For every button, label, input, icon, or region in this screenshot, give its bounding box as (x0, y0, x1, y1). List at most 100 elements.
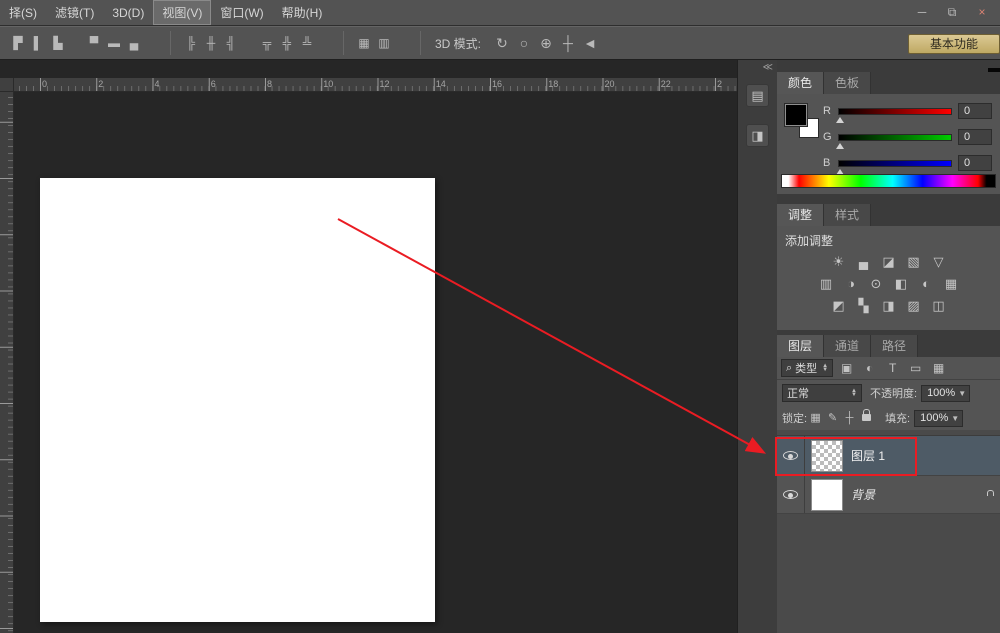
red-slider-handle[interactable] (836, 117, 844, 123)
blue-value-field[interactable]: 0 (958, 155, 992, 171)
adj-hue-saturation-icon[interactable]: ▥ (816, 274, 836, 293)
lock-all-icon[interactable] (858, 410, 875, 427)
blend-mode-dropdown[interactable]: 正常 ▲▼ (782, 384, 862, 402)
align-left-edges-icon[interactable]: ▀ (84, 33, 104, 53)
align-top-edges-icon[interactable]: ▛ (8, 33, 28, 53)
distribute-right-edges-icon[interactable]: ╣ (221, 33, 241, 53)
adj-gradient-map-icon[interactable]: ▨ (904, 296, 924, 315)
adj-photo-filter-icon[interactable]: ◧ (891, 274, 911, 293)
align-right-edges-icon[interactable]: ▄ (124, 33, 144, 53)
green-slider[interactable] (838, 134, 952, 141)
color-spectrum-ramp[interactable] (781, 174, 996, 188)
3d-slide-icon[interactable]: ┼ (557, 33, 579, 53)
menu-filter[interactable]: 滤镜(T) (46, 0, 103, 25)
tab-swatches[interactable]: 色板 (824, 72, 871, 94)
distribute-vertical-centers-icon[interactable]: ╬ (277, 33, 297, 53)
tab-color[interactable]: 颜色 (777, 72, 824, 94)
red-slider[interactable] (838, 108, 952, 115)
collapsed-panel-icon-1[interactable]: ▤ (746, 84, 769, 107)
tab-adjustments[interactable]: 调整 (777, 204, 824, 226)
fill-field[interactable]: 100% ▼ (914, 410, 963, 427)
menu-window[interactable]: 窗口(W) (211, 0, 272, 25)
background-name[interactable]: 背景 (851, 486, 875, 503)
filter-smart-objects-icon[interactable]: ▦ (929, 359, 948, 377)
lock-transparent-pixels-icon[interactable]: ▦ (807, 410, 824, 427)
align-horizontal-centers-icon[interactable]: ▬ (104, 33, 124, 53)
expand-panels-icon[interactable]: ≪ (763, 62, 773, 73)
menu-help[interactable]: 帮助(H) (273, 0, 332, 25)
ruler-number: 14 (436, 79, 446, 89)
menu-select[interactable]: 择(S) (0, 0, 46, 25)
align-vertical-centers-icon[interactable]: ▌ (28, 33, 48, 53)
distribute-top-edges-icon[interactable]: ╦ (257, 33, 277, 53)
tab-layers[interactable]: 图层 (777, 335, 824, 357)
opacity-field[interactable]: 100% ▼ (921, 385, 970, 402)
adj-brightness-contrast-icon[interactable]: ☀ (829, 252, 849, 271)
adj-vibrance-icon[interactable]: ▽ (929, 252, 949, 271)
adj-curves-icon[interactable]: ◪ (879, 252, 899, 271)
restore-button[interactable]: ⧉ (944, 5, 960, 20)
filter-adjustment-layers-icon[interactable]: ◐ (860, 359, 879, 377)
distribute-left-edges-icon[interactable]: ╠ (181, 33, 201, 53)
layer1-visibility-toggle[interactable] (777, 436, 805, 475)
3d-scale-icon[interactable]: ◄ (579, 33, 601, 53)
collapsed-panel-icon-2[interactable]: ◨ (746, 124, 769, 147)
distribute-horizontal-centers-icon[interactable]: ╫ (201, 33, 221, 53)
layer-filter-type-dropdown[interactable]: ⌕ 类型 ▲▼ (781, 359, 833, 377)
adj-color-balance-icon[interactable]: ◑ (841, 274, 861, 293)
lock-image-pixels-icon[interactable]: ✎ (824, 410, 841, 427)
menu-view[interactable]: 视图(V) (153, 0, 211, 25)
chevron-updown-icon: ▲▼ (822, 364, 828, 372)
red-value-field[interactable]: 0 (958, 103, 992, 119)
toolbar-divider (343, 31, 344, 55)
3d-rotate-icon[interactable]: ↻ (491, 33, 513, 53)
background-visibility-toggle[interactable] (777, 476, 805, 513)
red-channel-row: R 0 (823, 102, 992, 122)
menu-3d[interactable]: 3D(D) (103, 2, 153, 24)
layer-row-layer1[interactable]: 图层 1 (777, 436, 1000, 476)
lock-position-icon[interactable]: ┼ (841, 410, 858, 427)
filter-pixel-layers-icon[interactable]: ▣ (837, 359, 856, 377)
adj-selective-color-icon[interactable]: ◫ (929, 296, 949, 315)
align-group-2: ▀ ▬ ▄ (84, 33, 144, 53)
green-value-field[interactable]: 0 (958, 129, 992, 145)
close-button[interactable]: × (974, 5, 990, 20)
minimize-button[interactable]: ─ (914, 5, 930, 20)
filter-shape-layers-icon[interactable]: ▭ (906, 359, 925, 377)
adj-threshold-icon[interactable]: ◨ (879, 296, 899, 315)
ruler-top[interactable]: 02468101214161820222 (14, 78, 737, 92)
layer-row-background[interactable]: 背景 (777, 476, 1000, 514)
blue-slider[interactable] (838, 160, 952, 167)
adj-channel-mixer-icon[interactable]: ◐ (916, 274, 936, 293)
align-bottom-edges-icon[interactable]: ▙ (48, 33, 68, 53)
3d-roll-icon[interactable]: ○ (513, 33, 535, 53)
foreground-color-swatch[interactable] (785, 104, 807, 126)
filter-type-layers-icon[interactable]: T (883, 359, 902, 377)
background-thumbnail[interactable] (811, 479, 843, 511)
tab-channels[interactable]: 通道 (824, 335, 871, 357)
green-slider-handle[interactable] (836, 143, 844, 149)
tab-paths[interactable]: 路径 (871, 335, 918, 357)
ruler-origin-corner[interactable] (0, 78, 14, 92)
3d-drag-icon[interactable]: ⊕ (535, 33, 557, 53)
adj-color-lookup-icon[interactable]: ▦ (941, 274, 961, 293)
align-group-1: ▛ ▌ ▙ (8, 33, 68, 53)
distribute-vertically-icon[interactable]: ▥ (374, 33, 394, 53)
color-panel-tabs: 颜色 色板 (777, 72, 1000, 94)
adj-exposure-icon[interactable]: ▧ (904, 252, 924, 271)
distribute-group-1: ╠ ╫ ╣ (181, 33, 241, 53)
layer1-thumbnail[interactable] (811, 440, 843, 472)
adj-posterize-icon[interactable]: ▚ (854, 296, 874, 315)
document-canvas[interactable] (40, 178, 435, 622)
distribute-bottom-edges-icon[interactable]: ╩ (297, 33, 317, 53)
distribute-horizontally-icon[interactable]: ▦ (354, 33, 374, 53)
adj-black-white-icon[interactable]: ⊙ (866, 274, 886, 293)
tab-styles[interactable]: 样式 (824, 204, 871, 226)
ruler-left[interactable] (0, 92, 14, 633)
adj-invert-icon[interactable]: ◩ (829, 296, 849, 315)
layer1-name[interactable]: 图层 1 (851, 447, 885, 464)
red-channel-label: R (823, 105, 831, 117)
workspace-switcher-button[interactable]: 基本功能 (908, 34, 1000, 54)
adj-levels-icon[interactable]: ▄ (854, 252, 874, 271)
chevron-down-icon: ▼ (958, 389, 966, 398)
